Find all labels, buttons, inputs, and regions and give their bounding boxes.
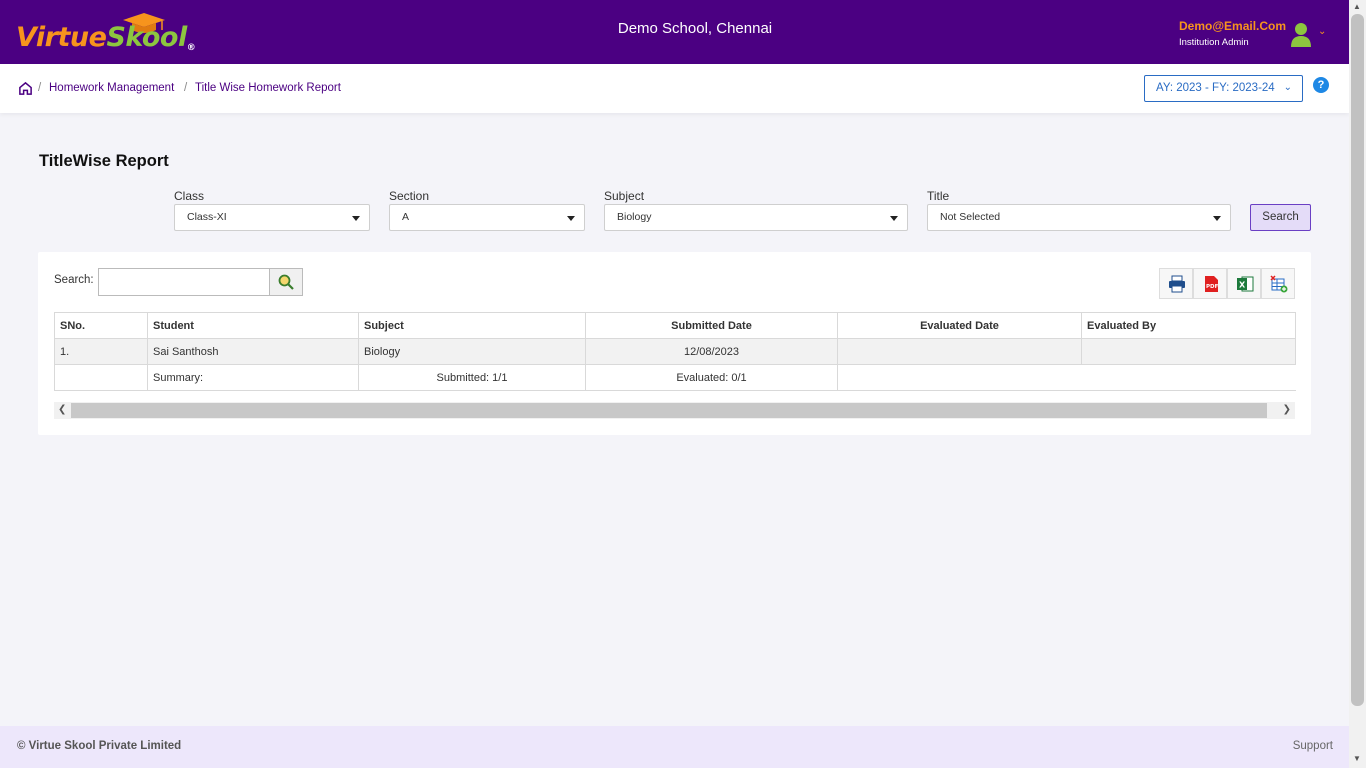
breadcrumb-homework-management[interactable]: Homework Management xyxy=(49,82,174,94)
svg-text:PDF: PDF xyxy=(1206,284,1219,290)
caret-down-icon xyxy=(567,216,575,221)
pdf-icon: PDF xyxy=(1205,276,1219,292)
user-avatar-icon[interactable] xyxy=(1290,22,1312,48)
chevron-down-icon[interactable]: ⌄ xyxy=(1318,26,1326,37)
column-header[interactable]: Submitted Date xyxy=(585,312,838,339)
summary-empty-cell xyxy=(54,364,148,391)
table-search-input[interactable] xyxy=(98,268,270,296)
excel-icon: X xyxy=(1237,276,1254,292)
cell-evaluated-by xyxy=(1081,338,1296,365)
column-header[interactable]: Student xyxy=(147,312,359,339)
summary-row: Summary: Submitted: 1/1 Evaluated: 0/1 xyxy=(54,364,1296,391)
title-select-value: Not Selected xyxy=(940,211,1001,223)
column-header[interactable]: Evaluated By xyxy=(1081,312,1296,339)
class-select[interactable]: Class-XI xyxy=(174,204,370,231)
section-label: Section xyxy=(389,189,430,203)
summary-evaluated: Evaluated: 0/1 xyxy=(585,364,838,391)
page-vertical-scrollbar[interactable]: ▲ ▼ xyxy=(1349,0,1366,768)
table-header-row: SNo. Student Subject Submitted Date Eval… xyxy=(54,312,1296,339)
scroll-right-icon[interactable]: ❯ xyxy=(1283,404,1291,415)
summary-label: Summary: xyxy=(147,364,359,391)
scroll-left-icon[interactable]: ❮ xyxy=(58,404,66,415)
scrollbar-thumb[interactable] xyxy=(71,403,1267,418)
title-select[interactable]: Not Selected xyxy=(927,204,1231,231)
page-title: TitleWise Report xyxy=(39,152,169,170)
breadcrumb-bar: / Homework Management / Title Wise Homew… xyxy=(0,64,1349,113)
school-name: Demo School, Chennai xyxy=(617,20,773,37)
academic-year-selector[interactable]: AY: 2023 - FY: 2023-24 ⌄ xyxy=(1144,75,1303,102)
copyright-text: © Virtue Skool Private Limited xyxy=(17,740,182,752)
user-email[interactable]: Demo@Email.Com xyxy=(1179,19,1286,33)
export-pdf-button[interactable]: PDF xyxy=(1193,268,1227,299)
class-label: Class xyxy=(174,189,205,203)
support-link[interactable]: Support xyxy=(1293,740,1333,752)
print-button[interactable] xyxy=(1159,268,1193,299)
scrollbar-thumb[interactable] xyxy=(1351,14,1364,706)
breadcrumb-separator: / xyxy=(184,82,188,94)
title-label: Title xyxy=(927,189,950,203)
printer-icon xyxy=(1169,275,1185,293)
cell-sno: 1. xyxy=(54,338,148,365)
subject-select-value: Biology xyxy=(617,211,652,223)
search-icon-button[interactable] xyxy=(269,268,303,296)
subject-select[interactable]: Biology xyxy=(604,204,908,231)
help-icon[interactable]: ? xyxy=(1313,77,1329,93)
section-select[interactable]: A xyxy=(389,204,585,231)
logo-registered: ® xyxy=(186,43,196,53)
footer: © Virtue Skool Private Limited Support xyxy=(0,726,1349,768)
caret-down-icon xyxy=(1213,216,1221,221)
caret-down-icon xyxy=(352,216,360,221)
cell-student: Sai Santhosh xyxy=(147,338,359,365)
column-header[interactable]: SNo. xyxy=(54,312,148,339)
chevron-down-icon: ⌄ xyxy=(1283,82,1292,93)
user-role: Institution Admin xyxy=(1179,37,1249,48)
scroll-up-icon[interactable]: ▲ xyxy=(1353,2,1361,11)
column-header[interactable]: Evaluated Date xyxy=(837,312,1082,339)
cell-subject: Biology xyxy=(358,338,586,365)
search-button[interactable]: Search xyxy=(1250,204,1311,231)
scroll-down-icon[interactable]: ▼ xyxy=(1353,754,1361,763)
cell-submitted-date: 12/08/2023 xyxy=(585,338,838,365)
table-export-icon xyxy=(1270,275,1288,293)
cell-evaluated-date xyxy=(837,338,1082,365)
home-icon[interactable] xyxy=(18,81,33,96)
table-search-label: Search: xyxy=(54,274,94,286)
svg-text:X: X xyxy=(1239,281,1246,290)
subject-label: Subject xyxy=(604,189,645,203)
homework-report-table: SNo. Student Subject Submitted Date Eval… xyxy=(54,312,1296,391)
column-header[interactable]: Subject xyxy=(358,312,586,339)
top-header: VirtueSkool® Demo School, Chennai Demo@E… xyxy=(0,0,1349,64)
class-select-value: Class-XI xyxy=(187,211,227,223)
breadcrumb-separator: / xyxy=(38,82,42,94)
table-horizontal-scrollbar[interactable]: ❮ ❯ xyxy=(54,402,1295,419)
caret-down-icon xyxy=(890,216,898,221)
report-card: Search: PDF X SNo. Student Subject Submi… xyxy=(38,252,1311,435)
academic-year-label: AY: 2023 - FY: 2023-24 xyxy=(1156,82,1275,94)
summary-submitted: Submitted: 1/1 xyxy=(358,364,586,391)
table-row: 1. Sai Santhosh Biology 12/08/2023 xyxy=(54,338,1296,365)
search-icon xyxy=(278,274,294,290)
export-csv-button[interactable] xyxy=(1261,268,1295,299)
summary-empty-cell xyxy=(837,364,1296,391)
breadcrumb-title-wise-report[interactable]: Title Wise Homework Report xyxy=(195,82,341,94)
export-excel-button[interactable]: X xyxy=(1227,268,1261,299)
section-select-value: A xyxy=(402,211,410,223)
